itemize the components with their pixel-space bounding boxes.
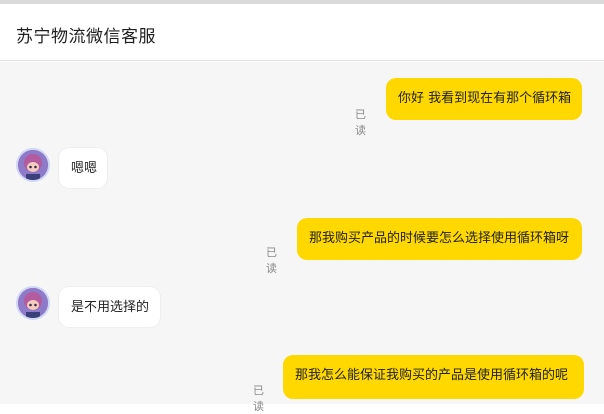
read-receipt: 已读 (253, 384, 264, 413)
message-bubble[interactable]: 你好 我看到现在有那个循环箱 (386, 78, 582, 120)
read-receipt: 已读 (266, 246, 277, 275)
agent-avatar-icon[interactable] (16, 286, 50, 320)
message-bubble[interactable]: 是不用选择的 (59, 287, 160, 327)
chat-message-area[interactable]: 已读 你好 我看到现在有那个循环箱 嗯嗯 已读 那我购买产品的时候要怎么选择使用… (0, 62, 604, 413)
read-receipt: 已读 (355, 108, 366, 137)
message-bubble[interactable]: 那我怎么能保证我购买的产品是使用循环箱的呢 (283, 355, 584, 399)
agent-avatar-icon[interactable] (16, 148, 50, 182)
page-title: 苏宁物流微信客服 (16, 27, 156, 47)
message-bubble[interactable]: 嗯嗯 (59, 148, 107, 188)
message-bubble[interactable]: 那我购买产品的时候要怎么选择使用循环箱呀 (297, 218, 582, 260)
chat-header: 苏宁物流微信客服 (0, 4, 604, 61)
